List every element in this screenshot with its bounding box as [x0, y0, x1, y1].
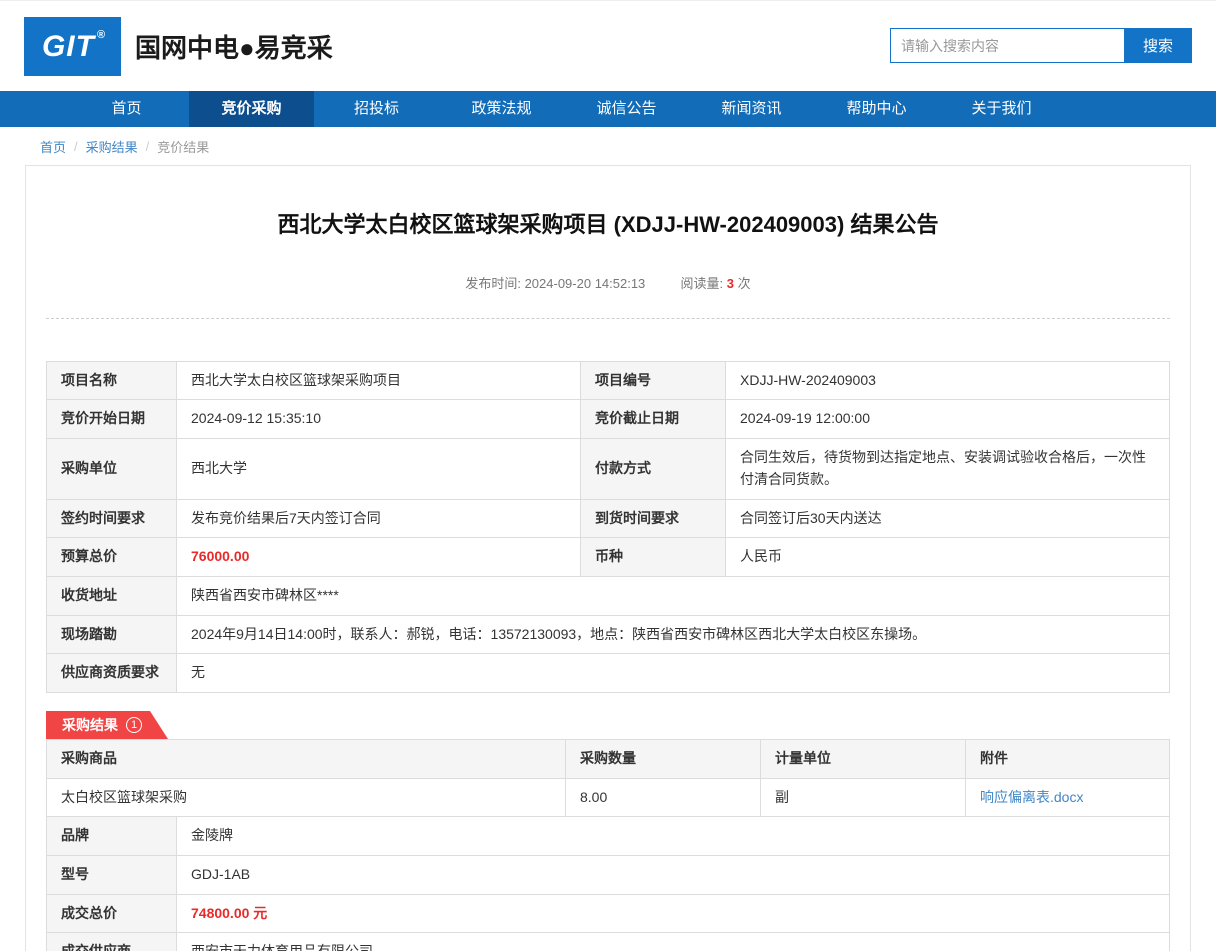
cell-value: 合同签订后30天内送达	[726, 499, 1170, 538]
table-row: 品牌 金陵牌	[47, 817, 1170, 856]
cell-label: 竞价截止日期	[581, 400, 726, 439]
unit: 副	[761, 778, 966, 817]
project-info-table: 项目名称 西北大学太白校区篮球架采购项目 项目编号 XDJJ-HW-202409…	[46, 361, 1170, 693]
nav-item-integrity-notices[interactable]: 诚信公告	[564, 91, 689, 127]
cell-label: 预算总价	[47, 538, 177, 577]
table-row: 采购单位 西北大学 付款方式 合同生效后，待货物到达指定地点、安装调试验收合格后…	[47, 439, 1170, 499]
publish-time-value: 2024-09-20 14:52:13	[525, 276, 646, 291]
logo-group: GIT® 国网中电●易竞采	[24, 17, 333, 76]
views-count: 3	[727, 276, 734, 291]
column-header: 采购数量	[566, 739, 761, 778]
main-nav: 首页 竞价采购 招投标 政策法规 诚信公告 新闻资讯 帮助中心 关于我们	[0, 91, 1216, 127]
breadcrumb-procurement-results[interactable]: 采购结果	[86, 137, 138, 156]
cell-value: GDJ-1AB	[177, 856, 1170, 895]
procurement-result-badge: 采购结果 1	[46, 711, 168, 739]
cell-label: 收货地址	[47, 576, 177, 615]
cell-value: 合同生效后，待货物到达指定地点、安装调试验收合格后，一次性付清合同货款。	[726, 439, 1170, 499]
cell-label: 供应商资质要求	[47, 654, 177, 693]
cell-value: 发布竞价结果后7天内签订合同	[177, 499, 581, 538]
quantity: 8.00	[566, 778, 761, 817]
page-title: 西北大学太白校区篮球架采购项目 (XDJJ-HW-202409003) 结果公告	[46, 210, 1170, 241]
breadcrumb-current: 竞价结果	[157, 137, 209, 156]
table-row: 太白校区篮球架采购 8.00 副 响应偏离表.docx	[47, 778, 1170, 817]
budget-total-price: 76000.00	[177, 538, 581, 577]
table-row: 成交供应商 西安市天力体育用品有限公司	[47, 933, 1170, 951]
cell-label: 币种	[581, 538, 726, 577]
cell-label: 成交供应商	[47, 933, 177, 951]
cell-value: 2024-09-12 15:35:10	[177, 400, 581, 439]
cell-value: 西北大学	[177, 439, 581, 499]
cell-value: 金陵牌	[177, 817, 1170, 856]
cell-label: 到货时间要求	[581, 499, 726, 538]
procurement-result-table: 采购商品 采购数量 计量单位 附件 太白校区篮球架采购 8.00 副 响应偏离表…	[46, 739, 1170, 951]
nav-item-news[interactable]: 新闻资讯	[689, 91, 814, 127]
nav-item-policies[interactable]: 政策法规	[439, 91, 564, 127]
badge-count: 1	[126, 717, 142, 733]
cell-value: 人民币	[726, 538, 1170, 577]
nav-item-tendering[interactable]: 招投标	[314, 91, 439, 127]
registered-mark-icon: ®	[97, 29, 105, 41]
content-card: 西北大学太白校区篮球架采购项目 (XDJJ-HW-202409003) 结果公告…	[25, 165, 1191, 951]
nav-item-bidding-procurement[interactable]: 竞价采购	[189, 91, 314, 127]
cell-label: 品牌	[47, 817, 177, 856]
cell-label: 付款方式	[581, 439, 726, 499]
table-row: 供应商资质要求 无	[47, 654, 1170, 693]
breadcrumb: 首页 / 采购结果 / 竞价结果	[0, 127, 1216, 165]
attachment-cell: 响应偏离表.docx	[966, 778, 1170, 817]
cell-value: 西北大学太白校区篮球架采购项目	[177, 361, 581, 400]
site-logo[interactable]: GIT®	[24, 17, 121, 76]
search-button[interactable]: 搜索	[1124, 28, 1192, 63]
nav-item-home[interactable]: 首页	[64, 91, 189, 127]
cell-label: 采购单位	[47, 439, 177, 499]
table-header-row: 采购商品 采购数量 计量单位 附件	[47, 739, 1170, 778]
search-input[interactable]	[890, 28, 1124, 63]
table-row: 项目名称 西北大学太白校区篮球架采购项目 项目编号 XDJJ-HW-202409…	[47, 361, 1170, 400]
nav-item-about-us[interactable]: 关于我们	[939, 91, 1064, 127]
column-header: 计量单位	[761, 739, 966, 778]
breadcrumb-home[interactable]: 首页	[40, 137, 66, 156]
table-row: 型号 GDJ-1AB	[47, 856, 1170, 895]
views-unit: 次	[738, 276, 751, 291]
cell-label: 竞价开始日期	[47, 400, 177, 439]
table-row: 收货地址 陕西省西安市碑林区****	[47, 576, 1170, 615]
attachment-link[interactable]: 响应偏离表.docx	[980, 789, 1083, 805]
publish-time-label: 发布时间:	[465, 276, 521, 291]
table-row: 现场踏勘 2024年9月14日14:00时，联系人：郝锐，电话：13572130…	[47, 615, 1170, 654]
cell-label: 现场踏勘	[47, 615, 177, 654]
deal-total-price: 74800.00 元	[177, 894, 1170, 933]
product-name: 太白校区篮球架采购	[47, 778, 566, 817]
cell-value: XDJJ-HW-202409003	[726, 361, 1170, 400]
cell-label: 项目编号	[581, 361, 726, 400]
badge-label: 采购结果	[62, 715, 118, 735]
cell-value: 2024-09-19 12:00:00	[726, 400, 1170, 439]
cell-label: 型号	[47, 856, 177, 895]
table-row: 成交总价 74800.00 元	[47, 894, 1170, 933]
dashed-divider	[46, 318, 1170, 319]
site-header: GIT® 国网中电●易竞采 搜索	[0, 1, 1216, 91]
table-row: 竞价开始日期 2024-09-12 15:35:10 竞价截止日期 2024-0…	[47, 400, 1170, 439]
cell-label: 签约时间要求	[47, 499, 177, 538]
cell-value: 无	[177, 654, 1170, 693]
column-header: 附件	[966, 739, 1170, 778]
breadcrumb-separator: /	[146, 139, 150, 154]
nav-item-help-center[interactable]: 帮助中心	[814, 91, 939, 127]
site-title: 国网中电●易竞采	[135, 28, 333, 65]
breadcrumb-separator: /	[74, 139, 78, 154]
views-label: 阅读量:	[681, 276, 724, 291]
cell-value: 西安市天力体育用品有限公司	[177, 933, 1170, 951]
table-row: 签约时间要求 发布竞价结果后7天内签订合同 到货时间要求 合同签订后30天内送达	[47, 499, 1170, 538]
column-header: 采购商品	[47, 739, 566, 778]
cell-value: 陕西省西安市碑林区****	[177, 576, 1170, 615]
table-row: 预算总价 76000.00 币种 人民币	[47, 538, 1170, 577]
search-bar: 搜索	[890, 28, 1192, 63]
cell-value: 2024年9月14日14:00时，联系人：郝锐，电话：13572130093，地…	[177, 615, 1170, 654]
cell-label: 项目名称	[47, 361, 177, 400]
announcement-meta: 发布时间: 2024-09-20 14:52:13 阅读量: 3 次	[46, 273, 1170, 292]
cell-label: 成交总价	[47, 894, 177, 933]
logo-text: GIT	[42, 30, 95, 64]
